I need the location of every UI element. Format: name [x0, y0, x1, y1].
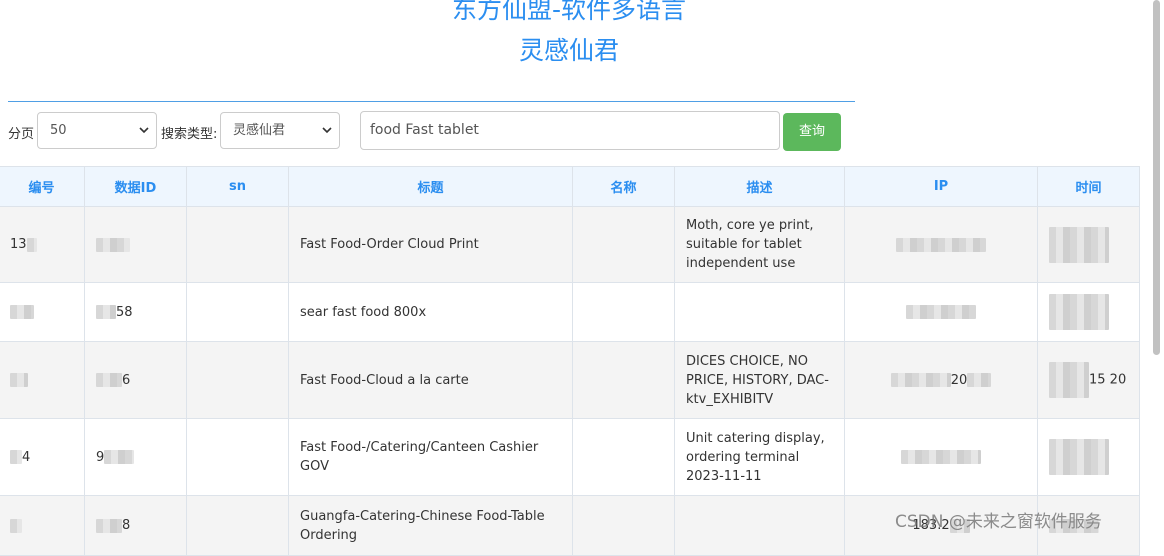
page-size-label: 分页 [8, 127, 35, 142]
cell-title: Fast Food-Order Cloud Print [288, 206, 573, 283]
column-header-ip[interactable]: IP [844, 166, 1038, 207]
cell-name [572, 341, 675, 419]
search-type-select[interactable]: 灵感仙君 [220, 112, 340, 149]
cell-name [572, 282, 675, 342]
cell-name [572, 206, 675, 283]
cell-sn [186, 418, 289, 496]
cell-description [674, 495, 845, 556]
cell-description: Unit catering display, ordering terminal… [674, 418, 845, 496]
redacted-mosaic [10, 450, 22, 464]
redacted-mosaic [10, 518, 22, 533]
redacted-mosaic [10, 305, 34, 319]
table-header-row: 编号 数据ID sn 标题 名称 描述 IP 时间 [0, 166, 1140, 207]
cell-id: 4 [22, 449, 31, 465]
redacted-mosaic [1049, 226, 1109, 263]
cell-title: Fast Food-/Catering/Canteen Cashier GOV [288, 418, 573, 496]
redacted-mosaic [104, 450, 135, 464]
page-size-value: 50 [50, 123, 67, 138]
scrollbar-thumb[interactable] [1153, 0, 1160, 355]
cell-data-id: 6 [122, 372, 131, 388]
redacted-mosaic [890, 373, 951, 387]
chevron-down-icon [322, 127, 332, 134]
watermark: CSDN @未来之窗软件服务 [895, 512, 1102, 532]
redacted-mosaic [1049, 362, 1089, 398]
redacted-mosaic [10, 373, 28, 387]
column-header-time[interactable]: 时间 [1037, 166, 1140, 207]
search-type-label: 搜索类型: [161, 127, 218, 142]
cell-sn [186, 282, 289, 342]
cell-data-id: 58 [116, 304, 133, 320]
cell-description: Moth, core ye print, suitable for tablet… [674, 206, 845, 283]
redacted-mosaic [96, 373, 122, 387]
column-header-name[interactable]: 名称 [572, 166, 675, 207]
header-divider [8, 101, 855, 102]
column-header-sn[interactable]: sn [186, 166, 289, 207]
page-subtitle: 灵感仙君 [518, 36, 619, 65]
redacted-mosaic [967, 373, 992, 387]
cell-sn [186, 341, 289, 419]
query-button[interactable]: 查询 [783, 113, 841, 151]
redacted-mosaic [96, 305, 116, 319]
redacted-mosaic [896, 237, 986, 252]
column-header-description[interactable]: 描述 [674, 166, 845, 207]
table-row[interactable]: 13 Fast Food-Order Cloud Print Moth, cor… [0, 206, 1140, 283]
column-header-id[interactable]: 编号 [0, 166, 85, 207]
cell-data-id: 9 [96, 449, 105, 465]
redacted-mosaic [26, 237, 37, 252]
cell-name [572, 495, 675, 556]
redacted-mosaic [96, 237, 130, 252]
cell-id: 13 [10, 237, 27, 252]
redacted-mosaic [96, 518, 122, 533]
table-row[interactable]: 4 9 Fast Food-/Catering/Canteen Cashier … [0, 418, 1140, 496]
search-input[interactable]: food Fast tablet [360, 111, 780, 150]
cell-title: Fast Food-Cloud a la carte [288, 341, 573, 419]
redacted-mosaic [1049, 294, 1109, 330]
redacted-mosaic [1049, 439, 1109, 475]
cell-description: DICES CHOICE, NO PRICE, HISTORY, DAC-ktv… [674, 341, 845, 419]
cell-ip: 20 [950, 372, 968, 388]
column-header-title[interactable]: 标题 [288, 166, 573, 207]
page-title: 东方仙盟-软件多语言 [451, 0, 687, 24]
data-table: 编号 数据ID sn 标题 名称 描述 IP 时间 13 Fast Food-O… [0, 166, 1140, 556]
cell-data-id: 8 [122, 518, 131, 533]
cell-time: 15 20 [1089, 372, 1127, 388]
redacted-mosaic [906, 305, 976, 319]
column-header-data-id[interactable]: 数据ID [84, 166, 187, 207]
table-row[interactable]: 6 Fast Food-Cloud a la carte DICES CHOIC… [0, 341, 1140, 419]
cell-sn [186, 206, 289, 283]
cell-description [674, 282, 845, 342]
redacted-mosaic [901, 450, 981, 464]
chevron-down-icon [139, 127, 149, 134]
table-row[interactable]: 58 sear fast food 800x [0, 282, 1140, 342]
cell-title: sear fast food 800x [288, 282, 573, 342]
cell-title: Guangfa-Catering-Chinese Food-Table Orde… [288, 495, 573, 556]
page-size-select[interactable]: 50 [37, 112, 157, 149]
cell-sn [186, 495, 289, 556]
search-type-value: 灵感仙君 [233, 123, 286, 138]
cell-name [572, 418, 675, 496]
